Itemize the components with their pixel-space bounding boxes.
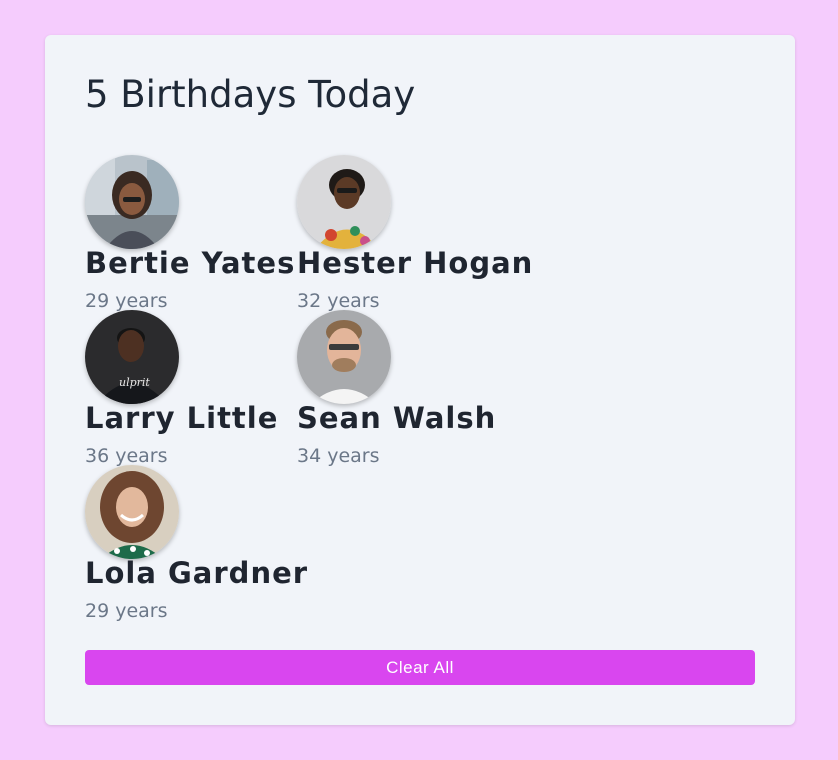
person-age: 34 years bbox=[297, 445, 380, 467]
person-name: Bertie Yates bbox=[85, 246, 296, 280]
svg-text:ulprit: ulprit bbox=[119, 376, 150, 389]
clear-all-button[interactable]: Clear All bbox=[85, 650, 755, 685]
page-title: 5 Birthdays Today bbox=[85, 73, 416, 116]
avatar: ulprit bbox=[85, 310, 179, 404]
person-age: 29 years bbox=[85, 290, 168, 312]
person-name: Larry Little bbox=[85, 401, 279, 435]
person-item: Lola Gardner 29 years bbox=[85, 465, 307, 622]
avatar bbox=[297, 155, 391, 249]
person-item: Hester Hogan 32 years bbox=[297, 155, 532, 312]
person-item: Bertie Yates 29 years bbox=[85, 155, 297, 312]
person-age: 36 years bbox=[85, 445, 168, 467]
people-row: ulprit Larry Little 36 years Sean Walsh … bbox=[85, 310, 565, 467]
avatar bbox=[85, 465, 179, 559]
person-name: Lola Gardner bbox=[85, 556, 309, 590]
person-age: 29 years bbox=[85, 600, 168, 622]
person-age: 32 years bbox=[297, 290, 380, 312]
people-row: Bertie Yates 29 years Hester Hogan 32 ye… bbox=[85, 155, 565, 312]
people-row: Lola Gardner 29 years bbox=[85, 465, 565, 622]
avatar bbox=[85, 155, 179, 249]
person-name: Hester Hogan bbox=[297, 246, 534, 280]
birthday-card: 5 Birthdays Today Bertie Yates 29 years … bbox=[45, 35, 795, 725]
person-item: ulprit Larry Little 36 years bbox=[85, 310, 297, 467]
person-name: Sean Walsh bbox=[297, 401, 497, 435]
people-list: Bertie Yates 29 years Hester Hogan 32 ye… bbox=[85, 155, 565, 622]
person-item: Sean Walsh 34 years bbox=[297, 310, 509, 467]
avatar bbox=[297, 310, 391, 404]
